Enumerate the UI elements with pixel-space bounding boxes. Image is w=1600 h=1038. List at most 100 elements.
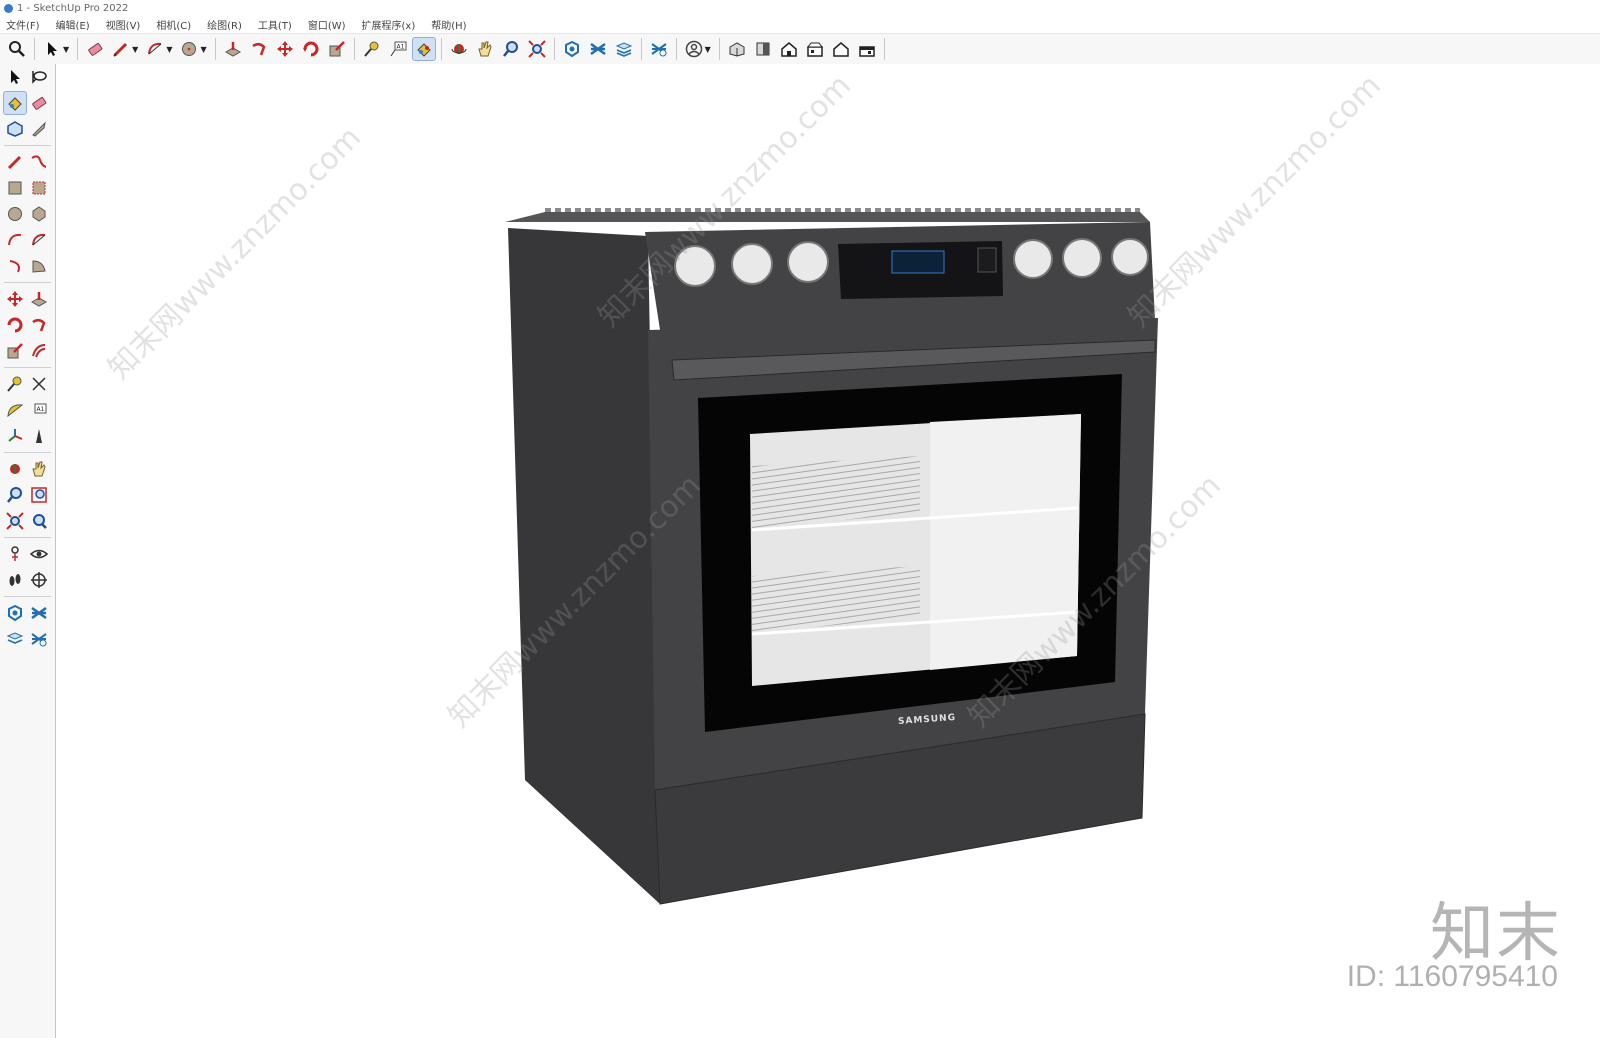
- orbit-button[interactable]: [448, 38, 470, 60]
- push-pull-button[interactable]: [28, 288, 50, 310]
- extension-manager-button[interactable]: [648, 38, 670, 60]
- arrow-cursor-icon: [48, 42, 57, 56]
- paint-bucket-button[interactable]: [3, 91, 27, 115]
- warehouse-button[interactable]: [4, 602, 26, 624]
- select-tool-button[interactable]: [4, 66, 26, 88]
- three-point-arc-button[interactable]: [4, 255, 26, 277]
- walk-button[interactable]: [4, 569, 26, 591]
- line-tool-button[interactable]: [4, 151, 26, 173]
- 3d-viewport[interactable]: SAMSUNG 知末网www.znzmo.com 知末网www.znzmo.co…: [56, 64, 1600, 1038]
- tape-measure-button[interactable]: [4, 373, 26, 395]
- lasso-tool-button[interactable]: [28, 66, 50, 88]
- menu-view[interactable]: 视图(V): [106, 17, 141, 32]
- zoom-extents-button[interactable]: [4, 510, 26, 532]
- pan-button[interactable]: [474, 38, 496, 60]
- back-house-icon: [833, 42, 849, 57]
- two-point-arc-button[interactable]: [28, 229, 50, 251]
- shape-dropdown-icon[interactable]: ▼: [200, 45, 206, 54]
- zoom-button[interactable]: [4, 484, 26, 506]
- layout-button[interactable]: [613, 38, 635, 60]
- scale-tool-button[interactable]: [326, 38, 348, 60]
- section-plane-button[interactable]: [28, 569, 50, 591]
- component-button[interactable]: [4, 118, 26, 140]
- eraser-tool-button[interactable]: [84, 38, 106, 60]
- eraser-tool-button[interactable]: [28, 92, 50, 114]
- view-front-button[interactable]: [778, 38, 800, 60]
- rotate-tool-button[interactable]: [300, 38, 322, 60]
- line-tool-button[interactable]: [110, 38, 132, 60]
- previous-view-button[interactable]: [28, 510, 50, 532]
- menu-camera[interactable]: 相机(C): [156, 17, 191, 32]
- scale-icon: [329, 41, 345, 57]
- paint-bucket-icon: [8, 97, 22, 111]
- text-tool-button[interactable]: A1: [28, 399, 50, 421]
- menu-edit[interactable]: 编辑(E): [56, 17, 90, 32]
- freehand-tool-button[interactable]: [28, 151, 50, 173]
- text-tool-button[interactable]: A1: [387, 38, 409, 60]
- pie-tool-button[interactable]: [28, 255, 50, 277]
- arc-tool-button[interactable]: [144, 38, 166, 60]
- polygon-tool-button[interactable]: [28, 203, 50, 225]
- shape-tool-button[interactable]: [178, 38, 200, 60]
- 3d-text-button[interactable]: [28, 425, 50, 447]
- position-camera-button[interactable]: [4, 543, 26, 565]
- menu-tools[interactable]: 工具(T): [258, 17, 292, 32]
- look-around-button[interactable]: [28, 543, 50, 565]
- 3d-text-icon: [36, 429, 42, 443]
- pie-icon: [32, 260, 46, 273]
- menu-help[interactable]: 帮助(H): [431, 17, 466, 32]
- axes-tool-button[interactable]: [4, 425, 26, 447]
- menu-file[interactable]: 文件(F): [6, 17, 40, 32]
- account-button[interactable]: [683, 38, 705, 60]
- zoom-extents-button[interactable]: [526, 38, 548, 60]
- view-right-button[interactable]: [804, 38, 826, 60]
- extension-warehouse-button[interactable]: [28, 602, 50, 624]
- view-back-button[interactable]: [830, 38, 852, 60]
- menu-extensions[interactable]: 扩展程序(x): [362, 17, 416, 32]
- follow-me-button[interactable]: [248, 38, 270, 60]
- menu-window[interactable]: 窗口(W): [308, 17, 346, 32]
- pan-button[interactable]: [28, 458, 50, 480]
- scale-tool-button[interactable]: [4, 340, 26, 362]
- tag-tool-button[interactable]: [28, 118, 50, 140]
- move-tool-button[interactable]: [274, 38, 296, 60]
- push-pull-button[interactable]: [222, 38, 244, 60]
- view-left-button[interactable]: [856, 38, 878, 60]
- hand-icon: [477, 41, 492, 57]
- zoom-button[interactable]: [500, 38, 522, 60]
- circle-tool-button[interactable]: [4, 203, 26, 225]
- paint-bucket-button[interactable]: [411, 37, 436, 61]
- extension-warehouse-icon: [31, 606, 47, 620]
- view-top-button[interactable]: [752, 38, 774, 60]
- offset-tool-button[interactable]: [28, 340, 50, 362]
- arc-tool-button[interactable]: [4, 229, 26, 251]
- rectangle-tool-button[interactable]: [4, 177, 26, 199]
- select-dropdown-icon[interactable]: ▼: [63, 45, 69, 54]
- view-iso-button[interactable]: [726, 38, 748, 60]
- dimension-tool-button[interactable]: [28, 373, 50, 395]
- extension-manager-button[interactable]: [28, 628, 50, 650]
- menu-draw[interactable]: 绘图(R): [207, 17, 242, 32]
- layout-button[interactable]: [4, 628, 26, 650]
- extension-warehouse-button[interactable]: [587, 38, 609, 60]
- paint-bucket-icon: [416, 43, 431, 57]
- warehouse-button[interactable]: [561, 38, 583, 60]
- follow-me-button[interactable]: [28, 314, 50, 336]
- search-tool-button[interactable]: [6, 38, 28, 60]
- scale-icon: [7, 343, 23, 359]
- arc-icon: [148, 42, 162, 55]
- line-dropdown-icon[interactable]: ▼: [132, 45, 138, 54]
- account-dropdown-icon[interactable]: ▼: [705, 45, 711, 54]
- protractor-button[interactable]: [4, 399, 26, 421]
- tape-measure-button[interactable]: [361, 38, 383, 60]
- arc-dropdown-icon[interactable]: ▼: [166, 45, 172, 54]
- palette-separator: [4, 452, 51, 453]
- rotate-tool-button[interactable]: [4, 314, 26, 336]
- move-tool-button[interactable]: [4, 288, 26, 310]
- orbit-button[interactable]: [4, 458, 26, 480]
- rotated-rectangle-button[interactable]: [28, 177, 50, 199]
- select-tool-button[interactable]: [41, 38, 63, 60]
- text-label-icon: A1: [34, 403, 47, 414]
- left-tool-palette: A1: [0, 64, 56, 1038]
- zoom-window-button[interactable]: [28, 484, 50, 506]
